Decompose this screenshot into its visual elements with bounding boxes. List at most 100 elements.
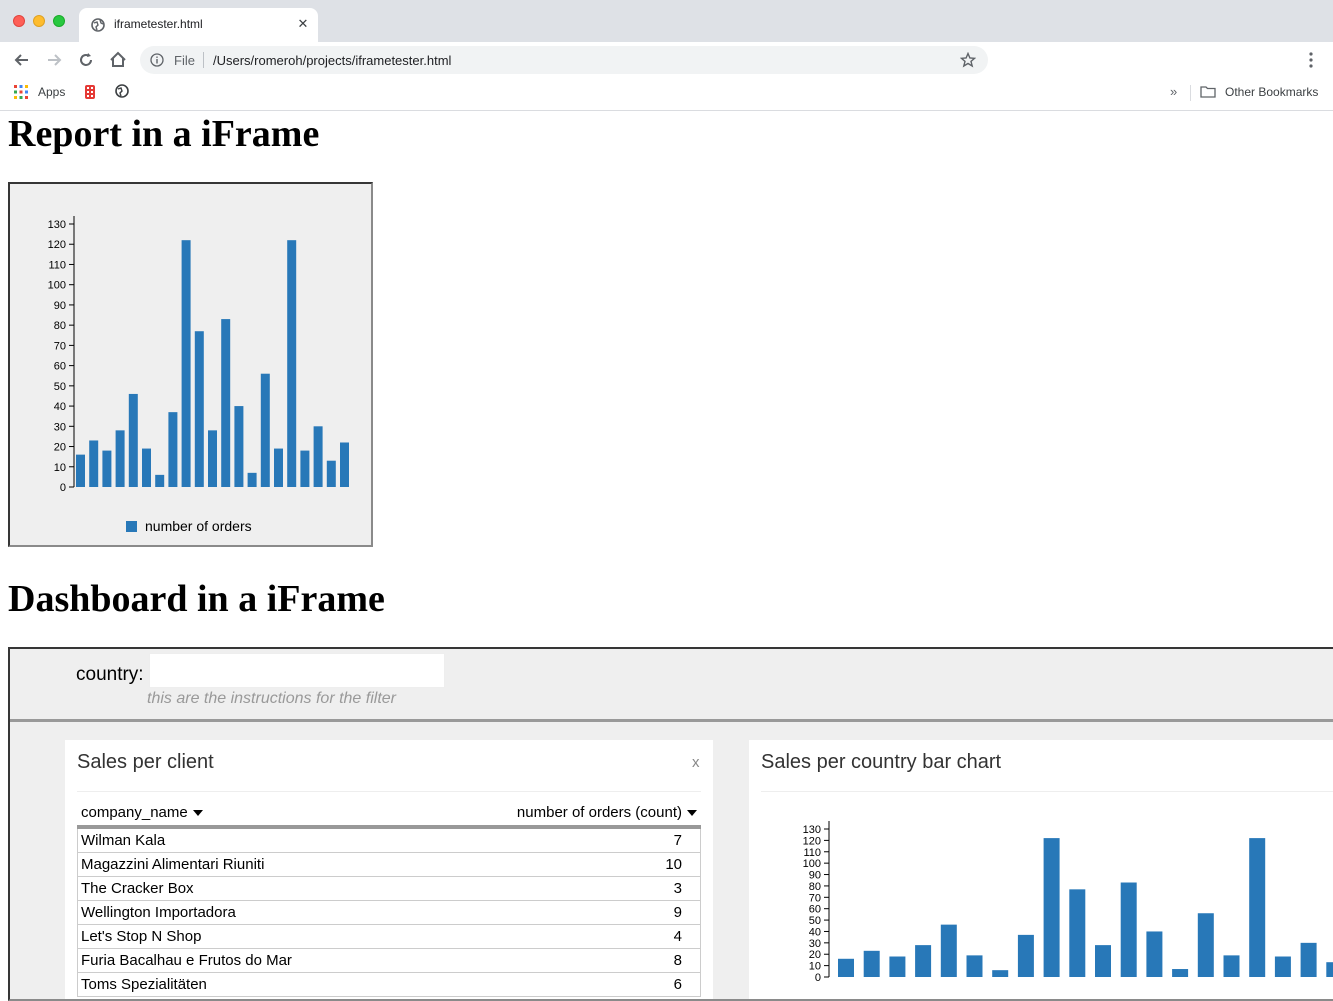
- widget-divider: [77, 791, 701, 792]
- bar: [1274, 956, 1291, 977]
- legend-swatch: [126, 521, 137, 532]
- tab-close-icon[interactable]: ✕: [295, 16, 311, 32]
- y-tick-label: 60: [809, 904, 821, 916]
- filter-panel: country: this are the instructions for t…: [10, 649, 1333, 722]
- y-tick-label: 10: [809, 961, 821, 973]
- forward-arrow-icon[interactable]: [44, 50, 64, 70]
- home-icon[interactable]: [108, 50, 128, 70]
- globe-icon: [91, 18, 105, 32]
- widget-close-button[interactable]: x: [692, 754, 700, 771]
- folder-icon: [1200, 86, 1216, 98]
- minimize-window-button[interactable]: [33, 15, 45, 27]
- y-tick-label: 70: [809, 892, 821, 904]
- bar: [168, 412, 178, 487]
- order-count-cell: 10: [665, 856, 682, 873]
- bar: [1326, 962, 1333, 977]
- apps-grid-icon[interactable]: [14, 85, 28, 99]
- zoom-window-button[interactable]: [53, 15, 65, 27]
- bar: [274, 448, 283, 487]
- table-row[interactable]: Wilman Kala 7: [77, 829, 701, 853]
- other-bookmarks-label[interactable]: Other Bookmarks: [1225, 85, 1318, 99]
- info-icon[interactable]: [150, 53, 164, 67]
- bar: [1223, 955, 1240, 977]
- bar: [1017, 934, 1034, 977]
- y-tick-label: 130: [48, 219, 66, 231]
- reload-icon[interactable]: [76, 50, 96, 70]
- y-tick-label: 120: [48, 239, 66, 251]
- table-row[interactable]: The Cracker Box 3: [77, 877, 701, 901]
- apps-bookmark-label[interactable]: Apps: [38, 85, 65, 99]
- y-tick-label: 30: [809, 938, 821, 950]
- bar: [889, 956, 906, 977]
- table-row[interactable]: Magazzini Alimentari Riuniti 10: [77, 853, 701, 877]
- bar: [247, 472, 257, 487]
- y-tick-label: 130: [803, 824, 821, 836]
- url-text[interactable]: /Users/romeroh/projects/iframetester.htm…: [213, 53, 451, 68]
- bar: [76, 454, 85, 487]
- company-name-cell: Wellington Importadora: [81, 904, 236, 921]
- table-row[interactable]: Toms Spezialitäten 6: [77, 973, 701, 997]
- bar: [838, 958, 854, 977]
- column-header-order-count[interactable]: number of orders (count): [517, 804, 697, 821]
- sales-per-client-widget: Sales per client x company_name number o…: [65, 740, 713, 999]
- browser-tab[interactable]: iframetester.html ✕: [79, 8, 318, 42]
- table-row[interactable]: Wellington Importadora 9: [77, 901, 701, 925]
- globe-bookmark-icon[interactable]: [115, 84, 129, 98]
- table-row[interactable]: Let's Stop N Shop 4: [77, 925, 701, 949]
- more-menu-icon[interactable]: [1303, 51, 1319, 69]
- y-tick-label: 20: [54, 442, 66, 454]
- close-window-button[interactable]: [13, 15, 25, 27]
- y-tick-label: 0: [60, 482, 66, 494]
- bar: [1146, 931, 1163, 977]
- company-name-cell: The Cracker Box: [81, 880, 194, 897]
- bar: [1043, 838, 1060, 977]
- y-tick-label: 60: [54, 361, 66, 373]
- bar: [208, 430, 217, 487]
- order-count-cell: 6: [673, 976, 682, 993]
- url-scheme-label: File: [174, 53, 195, 68]
- omnibox-divider: [203, 52, 204, 68]
- star-icon[interactable]: [960, 52, 976, 68]
- y-tick-label: 30: [54, 421, 66, 433]
- bar: [181, 240, 191, 487]
- order-count-cell: 7: [673, 832, 682, 849]
- y-tick-label: 50: [809, 915, 821, 927]
- y-tick-label: 10: [54, 462, 66, 474]
- bar: [300, 450, 310, 487]
- dashboard-iframe: country: this are the instructions for t…: [8, 647, 1333, 1001]
- building-bookmark-icon[interactable]: [84, 84, 96, 100]
- bookmarks-overflow-chevron-icon[interactable]: »: [1170, 84, 1177, 99]
- table-row[interactable]: Furia Bacalhau e Frutos do Mar 8: [77, 949, 701, 973]
- bar: [142, 448, 151, 487]
- bar: [1095, 945, 1111, 977]
- y-tick-label: 80: [54, 320, 66, 332]
- y-tick-label: 70: [54, 340, 66, 352]
- address-bar[interactable]: File /Users/romeroh/projects/iframeteste…: [140, 46, 988, 74]
- y-tick-label: 50: [54, 381, 66, 393]
- y-tick-label: 20: [809, 949, 821, 961]
- bar: [340, 442, 349, 487]
- bookmarks-divider: [1190, 85, 1191, 101]
- report-iframe: 0 10 20 30 40 50 60 70 80 90 100 110 120 130 number of…: [8, 182, 373, 547]
- bookmarks-bar: Apps » Other Bookmarks: [0, 78, 1333, 111]
- bar: [313, 426, 323, 487]
- bar: [863, 950, 880, 977]
- column-header-label: number of orders (count): [516, 804, 682, 821]
- legend-label: number of orders: [145, 518, 252, 534]
- y-tick-label: 80: [809, 881, 821, 893]
- column-header-company-name[interactable]: company_name: [81, 804, 203, 821]
- y-tick-label: 110: [48, 259, 66, 271]
- country-filter-input[interactable]: [149, 653, 445, 688]
- y-tick-label: 40: [809, 926, 821, 938]
- widget-title: Sales per client: [77, 751, 214, 773]
- report-bar-chart: 0 10 20 30 40 50 60 70 80 90 100 110 120 130 number of…: [48, 216, 349, 534]
- bar: [155, 474, 165, 487]
- sort-caret-icon: [192, 810, 203, 817]
- bar: [102, 450, 112, 487]
- y-tick-label: 40: [54, 401, 66, 413]
- order-count-cell: 8: [673, 952, 682, 969]
- bar: [1172, 969, 1189, 977]
- bar: [194, 331, 204, 487]
- company-name-cell: Magazzini Alimentari Riuniti: [81, 856, 265, 873]
- back-arrow-icon[interactable]: [12, 50, 32, 70]
